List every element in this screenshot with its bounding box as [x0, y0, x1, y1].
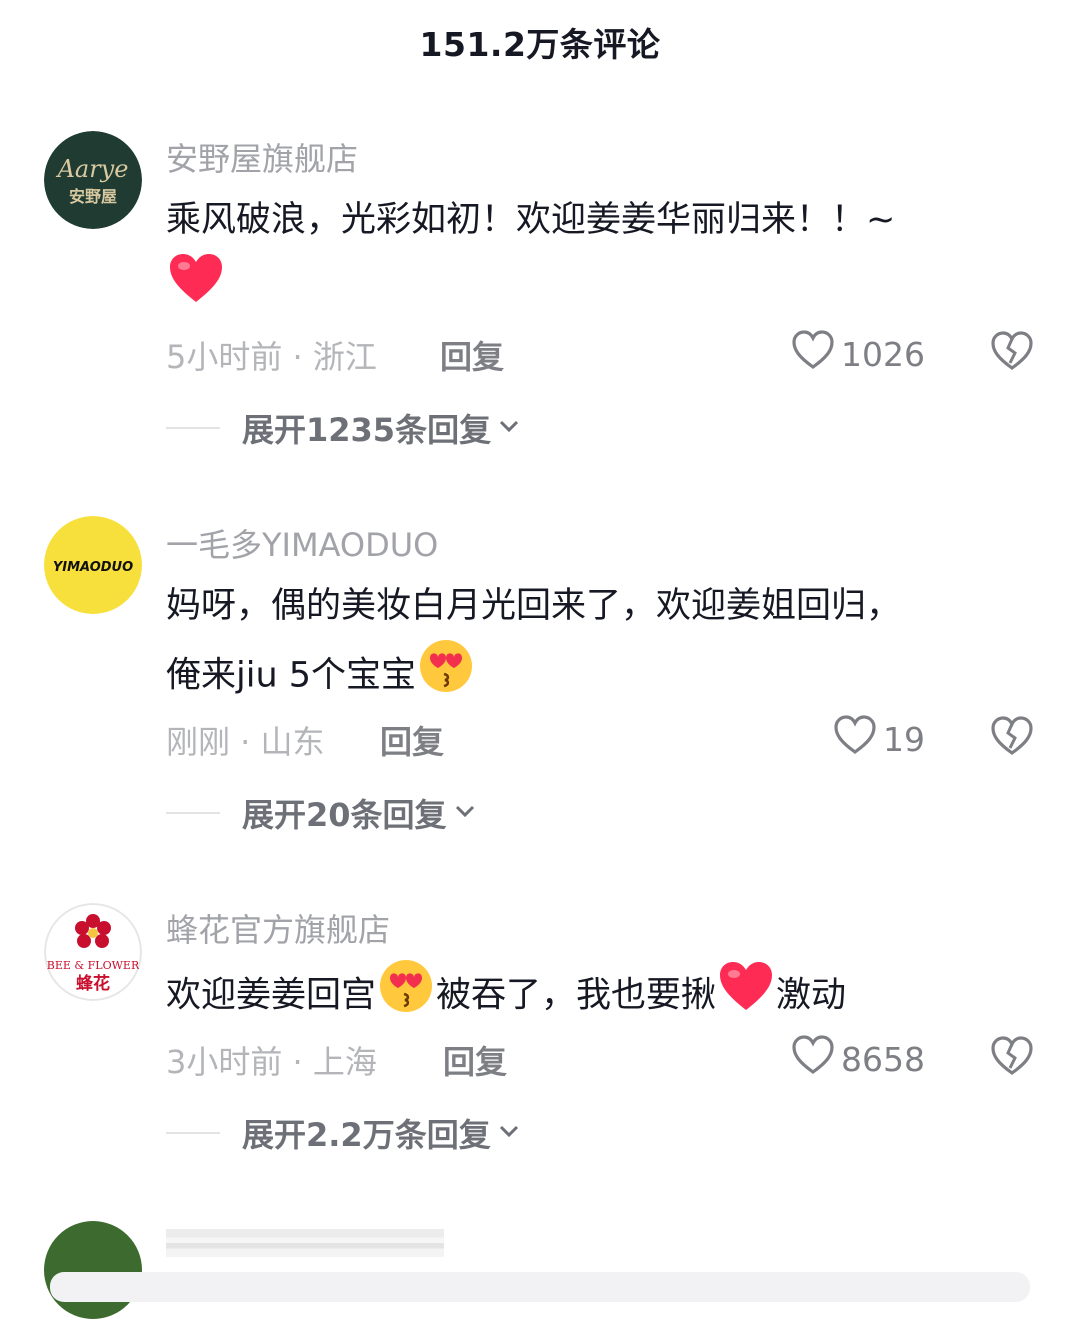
comment-text: 妈呀，偶的美妆白月光回来了，欢迎姜姐回归， 俺来jiu 5个宝宝	[166, 574, 1016, 715]
heart-eyes-kiss-icon	[378, 958, 434, 1035]
comment-text: 乘风破浪，光彩如初！欢迎姜姜华丽归来！！~	[166, 188, 1016, 325]
red-heart-icon	[718, 960, 774, 1033]
expand-replies-label: 展开1235条回复	[242, 411, 492, 449]
comment-text-line: 妈呀，偶的美妆白月光回来了，欢迎姜姐回归，	[166, 586, 902, 626]
comment-username-obscured	[166, 1229, 444, 1257]
comment-text-line: 俺来jiu 5个宝宝	[166, 655, 417, 696]
comment-count-title: 151.2万条评论	[419, 25, 661, 64]
chevron-down-icon	[497, 1121, 521, 1145]
broken-heart-icon	[990, 716, 1034, 760]
like-button[interactable]: 8658	[791, 1035, 925, 1083]
reply-button[interactable]: 回复	[440, 332, 504, 378]
avatar-brand-subtext: 蜂花	[76, 973, 110, 994]
avatar-brand-text: BEE & FLOWER	[47, 959, 140, 972]
comment-time-location: 5小时前 · 浙江	[166, 338, 377, 376]
reply-button[interactable]: 回复	[443, 1037, 507, 1083]
dislike-button[interactable]	[990, 331, 1034, 375]
red-heart-icon	[168, 252, 224, 325]
dislike-button[interactable]	[990, 1036, 1034, 1080]
broken-heart-icon	[990, 331, 1034, 375]
heart-outline-icon	[791, 1035, 835, 1083]
like-count: 1026	[841, 334, 925, 374]
like-button[interactable]: 19	[833, 715, 925, 763]
expand-replies-button[interactable]: 展开20条回复	[166, 790, 477, 836]
comment-text: 欢迎姜姜回宫 被吞了，我也要揪 激动	[166, 958, 1016, 1035]
comment-time-location: 刚刚 · 山东	[166, 723, 325, 761]
broken-heart-icon	[990, 1036, 1034, 1080]
heart-outline-icon	[791, 330, 835, 378]
comment-username[interactable]: 一毛多YIMAODUO	[166, 520, 438, 566]
like-count: 19	[883, 719, 925, 759]
divider-line	[166, 1132, 220, 1134]
comment-text-line: 乘风破浪，光彩如初！欢迎姜姜华丽归来！！~	[166, 200, 896, 240]
comment-username[interactable]: 蜂花官方旗舰店	[166, 905, 390, 951]
expand-replies-button[interactable]: 展开1235条回复	[166, 405, 521, 451]
expand-replies-label: 展开2.2万条回复	[242, 1116, 491, 1154]
reply-button[interactable]: 回复	[380, 717, 444, 763]
chevron-down-icon	[453, 801, 477, 825]
comment-input-bar[interactable]	[50, 1272, 1030, 1302]
divider-line	[166, 427, 220, 429]
expand-replies-label: 展开20条回复	[242, 796, 447, 834]
avatar-brand-subtext: 安野屋	[69, 187, 117, 206]
avatar-brand-text: YIMAODUO	[53, 560, 133, 575]
avatar[interactable]: BEE & FLOWER 蜂花	[44, 903, 142, 1001]
heart-outline-icon	[833, 715, 877, 763]
heart-eyes-kiss-icon	[418, 638, 474, 715]
avatar[interactable]	[44, 1221, 142, 1319]
expand-replies-button[interactable]: 展开2.2万条回复	[166, 1110, 521, 1156]
comment-time-location: 3小时前 · 上海	[166, 1043, 377, 1081]
avatar[interactable]: YIMAODUO	[44, 516, 142, 614]
avatar[interactable]: Aarye 安野屋	[44, 131, 142, 229]
avatar-brand-text: Aarye	[56, 155, 129, 183]
comment-text-segment: 欢迎姜姜回宫	[166, 975, 377, 1016]
divider-line	[166, 812, 220, 814]
like-button[interactable]: 1026	[791, 330, 925, 378]
comment-text-segment: 激动	[776, 975, 847, 1016]
like-count: 8658	[841, 1039, 925, 1079]
comment-text-segment: 被吞了，我也要揪	[436, 975, 717, 1016]
dislike-button[interactable]	[990, 716, 1034, 760]
comment-username[interactable]: 安野屋旗舰店	[166, 134, 358, 180]
chevron-down-icon	[497, 416, 521, 440]
